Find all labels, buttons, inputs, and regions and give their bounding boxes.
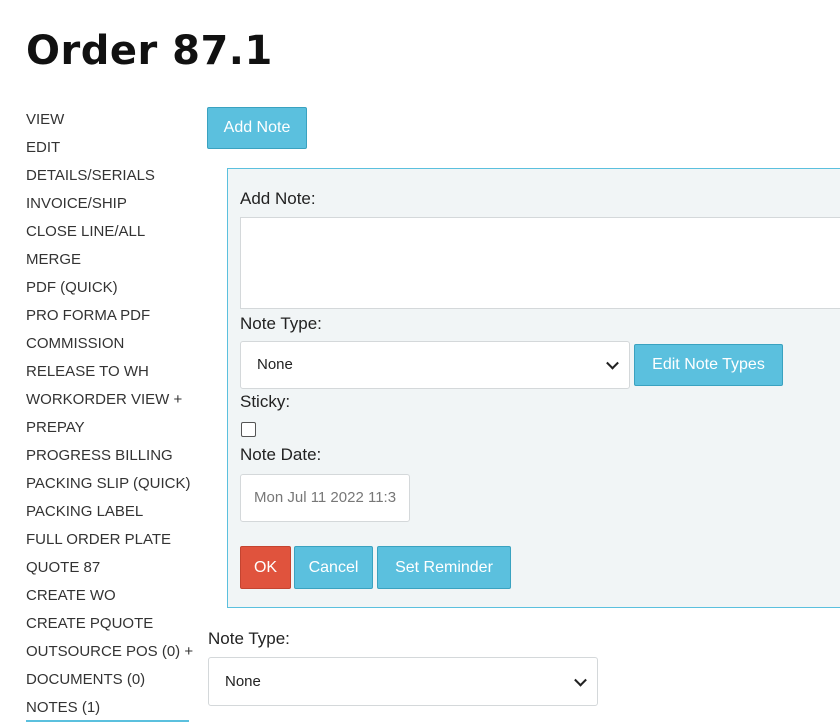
note-type-label: Note Type: [240,314,322,333]
page-title: Order 87.1 [26,28,273,74]
sidebar-item-packing-label[interactable]: PACKING LABEL [26,498,196,526]
sidebar-item-pro-forma-pdf[interactable]: PRO FORMA PDF [26,302,196,330]
sidebar-item-documents[interactable]: DOCUMENTS (0) [26,666,196,694]
chevron-down-icon [606,356,619,370]
set-reminder-button[interactable]: Set Reminder [377,546,511,589]
sidebar-item-commission[interactable]: COMMISSION [26,330,196,358]
sidebar-item-progress-billing[interactable]: PROGRESS BILLING [26,442,196,470]
sidebar-item-pdf-quick[interactable]: PDF (QUICK) [26,274,196,302]
edit-note-types-button[interactable]: Edit Note Types [634,344,783,386]
sidebar-nav: VIEW EDIT DETAILS/SERIALS INVOICE/SHIP C… [26,106,196,722]
filter-note-type-select[interactable]: None [208,657,598,706]
chevron-down-icon [574,673,587,687]
filter-note-type-label: Note Type: [208,629,290,648]
sidebar-item-view[interactable]: VIEW [26,106,196,134]
sidebar-item-full-order-plate[interactable]: FULL ORDER PLATE [26,526,196,554]
cancel-button[interactable]: Cancel [294,546,373,589]
add-note-button[interactable]: Add Note [207,107,307,149]
note-type-select-value: None [257,356,293,373]
sidebar-item-invoice-ship[interactable]: INVOICE/SHIP [26,190,196,218]
sidebar-item-outsource-pos[interactable]: OUTSOURCE POS (0) + [26,638,196,666]
order-page: Order 87.1 VIEW EDIT DETAILS/SERIALS INV… [0,0,840,728]
add-note-label: Add Note: [240,189,316,208]
sidebar-item-release-to-wh[interactable]: RELEASE TO WH [26,358,196,386]
sidebar-item-create-pquote[interactable]: CREATE PQUOTE [26,610,196,638]
sidebar-item-close-line[interactable]: CLOSE LINE/ALL [26,218,196,246]
sidebar-item-merge[interactable]: MERGE [26,246,196,274]
note-text-area[interactable] [240,217,840,309]
sticky-label: Sticky: [240,392,291,411]
sidebar-item-quote[interactable]: QUOTE 87 [26,554,196,582]
note-type-select[interactable]: None [240,341,630,389]
sticky-checkbox[interactable] [241,422,256,437]
filter-note-type-value: None [225,673,261,690]
sidebar-item-prepay[interactable]: PREPAY [26,414,196,442]
sidebar-item-packing-slip[interactable]: PACKING SLIP (QUICK) [26,470,196,498]
ok-button[interactable]: OK [240,546,291,589]
sidebar-item-edit[interactable]: EDIT [26,134,196,162]
add-note-panel: Add Note: Note Type: None Edit Note Type… [227,168,840,608]
sidebar-item-notes[interactable]: NOTES (1) [26,694,189,722]
sidebar-item-workorder-view[interactable]: WORKORDER VIEW + [26,386,196,414]
note-date-input[interactable]: Mon Jul 11 2022 11:3 [240,474,410,522]
sidebar-item-create-wo[interactable]: CREATE WO [26,582,196,610]
note-date-label: Note Date: [240,445,322,464]
sidebar-item-details-serials[interactable]: DETAILS/SERIALS [26,162,196,190]
